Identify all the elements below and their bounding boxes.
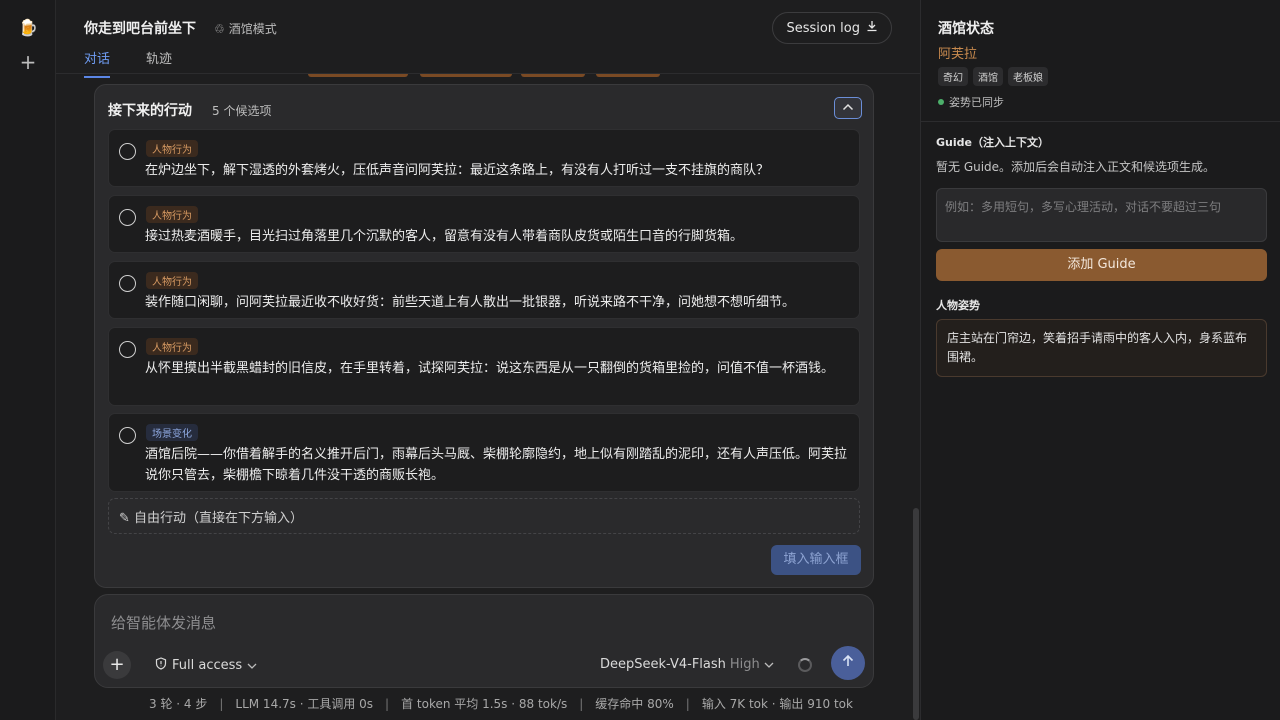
page-title: 你走到吧台前坐下	[84, 21, 196, 37]
guide-input[interactable]: 例如：多用短句，多写心理活动，对话不要超过三句	[936, 188, 1267, 242]
download-icon	[866, 20, 878, 36]
access-label: Full access	[172, 658, 243, 673]
stat-rounds: 3 轮 · 4 步	[149, 697, 208, 711]
option-tag: 场景变化	[146, 424, 198, 441]
option-tag: 人物行为	[146, 206, 198, 223]
option-radio[interactable]	[119, 275, 136, 292]
message-input[interactable]: 给智能体发消息	[111, 612, 216, 633]
access-selector[interactable]: Full access	[155, 657, 257, 674]
mode-label: ♲ 酒馆模式	[214, 20, 277, 37]
plus-icon: +	[109, 654, 125, 675]
reasoning-level: High	[729, 657, 760, 672]
fill-input-button[interactable]: 填入输入框	[771, 545, 861, 575]
shield-icon	[155, 657, 167, 674]
option-text: 接过热麦酒暖手，目光扫过角落里几个沉默的客人，留意有没有人带着商队皮货或陌生口音…	[145, 229, 744, 244]
stat-cache: 缓存命中 80%	[595, 697, 674, 711]
plus-icon[interactable]: +	[18, 52, 38, 72]
run-stats: 3 轮 · 4 步 | LLM 14.7s · 工具调用 0s | 首 token 平均…	[149, 697, 853, 711]
tag-chip: 酒馆	[973, 67, 1003, 86]
mode-icon: ♲	[214, 21, 225, 36]
option-radio[interactable]	[119, 427, 136, 444]
posture-heading: 人物姿势	[936, 299, 980, 312]
stat-llm: LLM 14.7s · 工具调用 0s	[235, 697, 374, 711]
collapse-button[interactable]	[834, 97, 862, 119]
next-actions-panel: 接下来的行动 5 个候选项 人物行为 在炉边坐下，解下湿透的外套烤火，压低声音问…	[94, 84, 874, 588]
candidate-count: 5 个候选项	[212, 104, 272, 118]
option-radio[interactable]	[119, 143, 136, 160]
option-text: 从怀里摸出半截黑蜡封的旧信皮，在手里转着，试探阿芙拉：说这东西是从一只翻倒的货箱…	[145, 361, 835, 376]
model-selector[interactable]: DeepSeek-V4-Flash High	[600, 657, 774, 672]
option-text: 在炉边坐下，解下湿透的外套烤火，压低声音问阿芙拉：最近这条路上，有没有人打听过一…	[145, 163, 770, 178]
peek-chip	[420, 74, 512, 77]
panel-title: 接下来的行动	[108, 103, 192, 119]
option-item[interactable]: 人物行为 从怀里摸出半截黑蜡封的旧信皮，在手里转着，试探阿芙拉：说这东西是从一只…	[108, 327, 860, 406]
option-tag: 人物行为	[146, 272, 198, 289]
option-radio[interactable]	[119, 209, 136, 226]
message-composer: 给智能体发消息 + Full access DeepSeek-V4-Flash …	[94, 594, 874, 688]
tag-chip: 奇幻	[938, 67, 968, 86]
sidebar-divider	[921, 121, 1280, 122]
loading-spinner-icon	[798, 658, 812, 672]
character-name: 阿芙拉	[938, 47, 978, 62]
left-rail: 🍺 +	[0, 0, 56, 720]
add-attachment-button[interactable]: +	[103, 651, 131, 679]
chevron-down-icon	[247, 658, 257, 673]
sidebar-title: 酒馆状态	[938, 21, 994, 37]
stat-token-speed: 首 token 平均 1.5s · 88 tok/s	[401, 697, 568, 711]
peek-chip	[308, 74, 408, 77]
guide-empty-text: 暂无 Guide。添加后会自动注入正文和候选项生成。	[936, 160, 1216, 174]
guide-heading: Guide（注入上下文）	[936, 136, 1049, 149]
tavern-status-sidebar: 酒馆状态 阿芙拉 奇幻 酒馆 老板娘 姿势已同步 Guide（注入上下文） 暂无…	[920, 0, 1280, 720]
option-item[interactable]: 人物行为 装作随口闲聊，问阿芙拉最近收不收好货：前些天道上有人散出一批银器，听说…	[108, 261, 860, 319]
status-dot-icon	[938, 99, 944, 105]
send-button[interactable]	[831, 646, 865, 680]
mode-text: 酒馆模式	[228, 22, 277, 36]
option-text: 酒馆后院——你借着解手的名义推开后门，雨幕后头马厩、柴棚轮廓隐约，地上似有刚踏乱…	[145, 447, 848, 483]
tag-chip: 老板娘	[1008, 67, 1048, 86]
scrollbar[interactable]	[913, 508, 919, 720]
stat-tokens: 输入 7K tok · 输出 910 tok	[701, 697, 853, 711]
option-item[interactable]: 场景变化 酒馆后院——你借着解手的名义推开后门，雨幕后头马厩、柴棚轮廓隐约，地上…	[108, 413, 860, 492]
option-tag: 人物行为	[146, 338, 198, 355]
chevron-down-icon	[764, 657, 774, 672]
session-log-label: Session log	[786, 20, 860, 36]
session-log-button[interactable]: Session log	[772, 12, 892, 44]
option-text: 装作随口闲聊，问阿芙拉最近收不收好货：前些天道上有人散出一批银器，听说来路不干净…	[145, 295, 796, 310]
arrow-up-icon	[841, 653, 855, 672]
posture-text: 店主站在门帘边，笑着招手请雨中的客人入内，身系蓝布围裙。	[936, 319, 1267, 377]
option-tag: 人物行为	[146, 140, 198, 157]
tag-list: 奇幻 酒馆 老板娘	[938, 67, 1048, 86]
peek-chip	[521, 74, 585, 77]
option-item[interactable]: 人物行为 接过热麦酒暖手，目光扫过角落里几个沉默的客人，留意有没有人带着商队皮货…	[108, 195, 860, 253]
app-window: 🍺 + 你走到吧台前坐下 ♲ 酒馆模式 Session log 对话 轨迹 接下…	[0, 0, 1280, 720]
option-item[interactable]: 人物行为 在炉边坐下，解下湿透的外套烤火，压低声音问阿芙拉：最近这条路上，有没有…	[108, 129, 860, 187]
option-radio[interactable]	[119, 341, 136, 358]
main-panel: 你走到吧台前坐下 ♲ 酒馆模式 Session log 对话 轨迹 接下来的行动…	[56, 0, 920, 720]
chevron-up-icon	[842, 101, 854, 114]
sync-text: 姿势已同步	[949, 96, 1004, 109]
model-name: DeepSeek-V4-Flash	[600, 657, 726, 672]
add-guide-button[interactable]: 添加 Guide	[936, 249, 1267, 281]
sync-status: 姿势已同步	[938, 94, 1004, 110]
beer-mug-icon[interactable]: 🍺	[18, 18, 38, 38]
free-action-option[interactable]: ✎ 自由行动（直接在下方输入）	[108, 498, 860, 534]
peek-chip	[596, 74, 660, 77]
